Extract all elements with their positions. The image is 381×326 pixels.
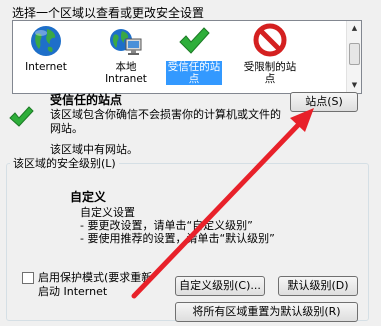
zone-list-scrollbar[interactable]: ▲ ▼ — [346, 21, 361, 93]
reset-all-zones-button[interactable]: 将所有区域重置为默认级别(R) — [175, 302, 358, 322]
restricted-icon — [252, 23, 288, 59]
zone-label: Internet — [25, 61, 67, 73]
protected-mode-checkbox[interactable] — [22, 272, 34, 284]
description-line: - 要更改设置，请单击“自定义级别” — [80, 219, 253, 232]
selected-zone-title: 受信任的站点 — [50, 93, 123, 107]
zone-trusted-sites[interactable]: 受信任的站 点 — [160, 23, 228, 91]
security-level-group-label: 该区域的安全级别(L) — [10, 155, 119, 171]
sites-button[interactable]: 站点(S) — [290, 92, 358, 112]
zone-local-intranet[interactable]: 本地 Intranet — [93, 23, 159, 91]
security-level-description: 自定义设置 - 要更改设置，请单击“自定义级别” - 要使用推荐的设置，请单击“… — [80, 206, 275, 245]
selected-zone-description: 该区域包含你确信不会损害你的计算机或文件的网站。 — [50, 108, 281, 135]
security-level-title: 自定义 — [70, 190, 107, 204]
zones-prompt: 选择一个区域以查看或更改安全设置 — [12, 6, 205, 20]
description-line: - 要使用推荐的设置，请单击“默认级别” — [80, 232, 275, 245]
zone-label: 受限制的站 点 — [243, 61, 297, 85]
intranet-icon — [108, 23, 144, 59]
description-line: 自定义设置 — [80, 206, 135, 219]
globe-icon — [28, 23, 64, 59]
trusted-zone-check-icon — [8, 104, 34, 130]
scroll-up-icon[interactable]: ▲ — [348, 22, 361, 35]
default-level-button[interactable]: 默认级别(D) — [278, 276, 358, 296]
scroll-thumb[interactable] — [349, 43, 360, 65]
zone-label: 本地 Intranet — [105, 61, 147, 85]
zone-restricted-sites[interactable]: 受限制的站 点 — [235, 23, 305, 91]
protected-mode-label[interactable]: 启用保护模式(要求重新 启动 Internet — [38, 271, 152, 299]
zone-list[interactable]: Internet 本地 Intranet 受信任的站 点 受限制的站 点 ▲ ▼ — [12, 20, 362, 94]
zone-internet[interactable]: Internet — [17, 23, 75, 91]
scroll-down-icon[interactable]: ▼ — [348, 79, 361, 92]
checkmark-icon — [176, 23, 212, 59]
zone-label: 受信任的站 点 — [165, 61, 223, 85]
custom-level-button[interactable]: 自定义级别(C)... — [175, 276, 265, 296]
